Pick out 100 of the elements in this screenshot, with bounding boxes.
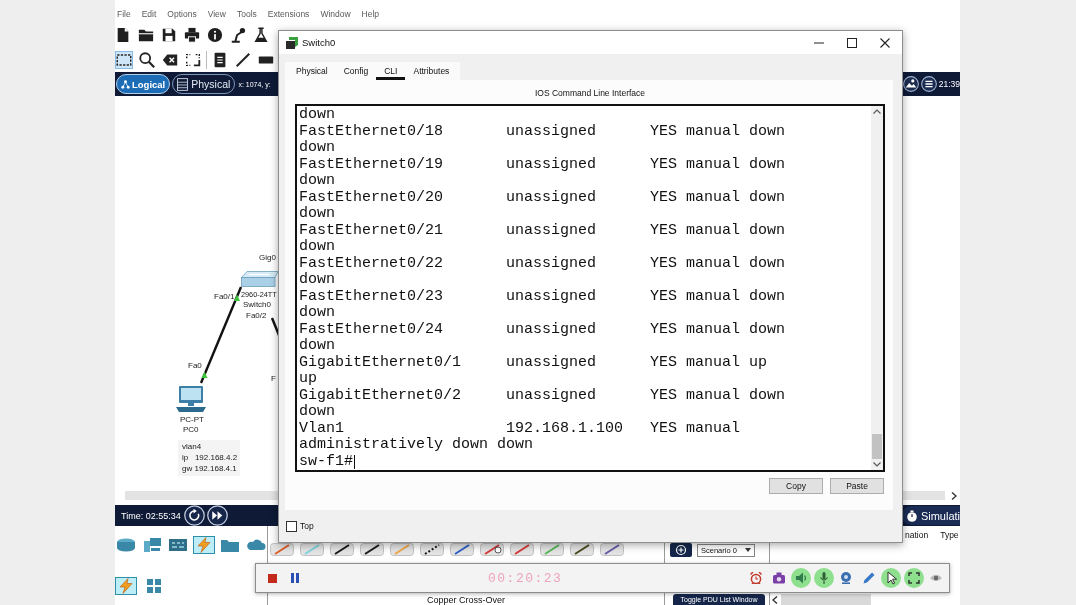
terminal-line: FastEthernet0/24 unassigned YES manual down	[299, 321, 786, 338]
circuit-board-icon[interactable]	[167, 536, 189, 554]
rack-icon	[177, 77, 189, 91]
terminal-line: sw-f1#	[299, 453, 353, 470]
switch-icon[interactable]	[241, 271, 278, 287]
menu-item[interactable]: File	[117, 9, 131, 19]
scrollbar-thumb[interactable]	[872, 434, 882, 459]
list-icon[interactable]	[920, 76, 937, 92]
menu-item[interactable]: Edit	[141, 9, 157, 19]
horizontal-scrollbar[interactable]	[781, 594, 871, 605]
device-name-label: Switch0	[243, 300, 271, 309]
chevron-up-icon[interactable]	[873, 109, 881, 114]
stop-icon[interactable]	[268, 573, 277, 583]
picture-icon[interactable]	[902, 76, 919, 92]
computer-icon[interactable]	[141, 536, 163, 554]
computer-icon[interactable]	[176, 386, 206, 412]
simulation-mode-tab[interactable]: Simulati	[901, 506, 960, 525]
chevron-left-icon[interactable]	[772, 595, 778, 604]
desk-lamp-icon[interactable]	[230, 26, 246, 43]
speaker-icon[interactable]	[791, 568, 811, 588]
terminal-line: FastEthernet0/18 unassigned YES manual down	[299, 123, 786, 140]
cable-type-label: Copper Cross-Over	[427, 595, 505, 605]
dialog-button[interactable]: Copy	[769, 478, 823, 494]
save-icon[interactable]	[161, 26, 177, 43]
menu-item[interactable]: Options	[167, 9, 197, 19]
webcam-icon[interactable]	[840, 572, 852, 584]
fullscreen-icon[interactable]	[903, 568, 924, 588]
port-label: Fa0/2	[246, 311, 267, 320]
dialog-button[interactable]: Paste	[830, 478, 884, 494]
terminal-line: down	[299, 140, 335, 157]
port-label: Fa0/1	[214, 292, 235, 301]
microphone-icon[interactable]	[813, 568, 834, 588]
menu-item[interactable]: Help	[361, 9, 380, 19]
panel-heading: IOS Command Line Interface	[533, 87, 647, 99]
cable-icon[interactable]	[480, 543, 504, 556]
eye-icon[interactable]	[930, 572, 942, 584]
caret-icon	[745, 548, 751, 552]
printer-icon[interactable]	[184, 26, 200, 43]
window-title: Switch0	[302, 37, 336, 48]
fast-forward-icon[interactable]	[206, 505, 228, 526]
terminal-line: down	[299, 173, 335, 190]
terminal-line: FastEthernet0/23 unassigned YES manual down	[299, 288, 786, 305]
reload-icon[interactable]	[183, 505, 205, 526]
terminal-line: GigabitEthernet0/2 unassigned YES manual down	[299, 387, 786, 404]
terminal-console[interactable]	[295, 104, 885, 472]
pencil-icon[interactable]	[862, 572, 875, 584]
text-caret-icon	[354, 454, 355, 469]
terminal-line: FastEthernet0/20 unassigned YES manual down	[299, 189, 786, 206]
top-checkbox[interactable]	[286, 520, 297, 532]
menu-item[interactable]: Tools	[236, 9, 257, 19]
column-header[interactable]: nation	[905, 530, 929, 541]
port-label: Gig0	[259, 253, 276, 262]
camera-icon[interactable]	[772, 572, 785, 584]
menu-item[interactable]: View	[207, 9, 226, 19]
port-label: Fa0	[188, 361, 202, 370]
pause-icon[interactable]	[291, 573, 299, 583]
terminal-line: down	[299, 404, 335, 421]
vertical-scrollbar[interactable]	[871, 106, 883, 470]
terminal-line: down	[299, 272, 335, 289]
plus-icon[interactable]	[670, 543, 692, 557]
select-icon[interactable]	[115, 50, 133, 69]
dialog-tab[interactable]: Config	[335, 62, 377, 80]
menu-item[interactable]: Window	[320, 9, 351, 19]
info-icon[interactable]	[207, 26, 223, 43]
terminal-line: FastEthernet0/22 unassigned YES manual down	[299, 255, 786, 272]
column-header[interactable]: Type	[940, 530, 959, 541]
new-file-icon[interactable]	[115, 26, 131, 43]
chevron-right-icon[interactable]	[951, 491, 957, 500]
line-icon[interactable]	[234, 50, 252, 69]
lightning-icon[interactable]	[193, 536, 215, 554]
cable-icon[interactable]	[330, 543, 354, 556]
port-status-icon	[201, 371, 208, 378]
note-text: gw 192.168.4.1	[182, 463, 238, 474]
flask-icon[interactable]	[253, 26, 269, 43]
router-icon[interactable]	[115, 536, 137, 554]
chevron-down-icon[interactable]	[873, 462, 881, 467]
search-icon[interactable]	[138, 50, 156, 69]
dialog-tab[interactable]: Attributes	[405, 62, 458, 80]
close-icon	[879, 37, 890, 48]
cursor-icon[interactable]	[881, 568, 901, 588]
cable-icon[interactable]	[570, 543, 594, 556]
switch-device-icon	[286, 36, 298, 49]
menu-item[interactable]: Extensions	[267, 9, 310, 19]
cable-icon[interactable]	[420, 543, 444, 556]
clock-time: 21:39	[938, 79, 960, 89]
port-label: F	[271, 374, 276, 383]
alarm-clock-icon[interactable]	[750, 572, 762, 584]
view-tab[interactable]: Logical	[116, 74, 171, 94]
note-text: vlan4	[182, 441, 203, 452]
dialog-tab[interactable]: Physical	[288, 62, 336, 80]
terminal-line: Vlan1 192.168.1.100 YES manual	[299, 420, 741, 437]
lightning-icon[interactable]	[115, 577, 137, 595]
maximize-icon	[846, 37, 857, 48]
checkbox-label[interactable]: Top	[300, 521, 314, 531]
terminal-line: up	[299, 371, 317, 388]
recording-timer: 00:20:23	[488, 570, 563, 586]
cable-icon[interactable]	[360, 543, 384, 556]
terminal-line: down	[299, 338, 335, 355]
terminal-line: FastEthernet0/19 unassigned YES manual down	[299, 156, 786, 173]
note-text: ip 192.168.4.2	[182, 452, 239, 463]
